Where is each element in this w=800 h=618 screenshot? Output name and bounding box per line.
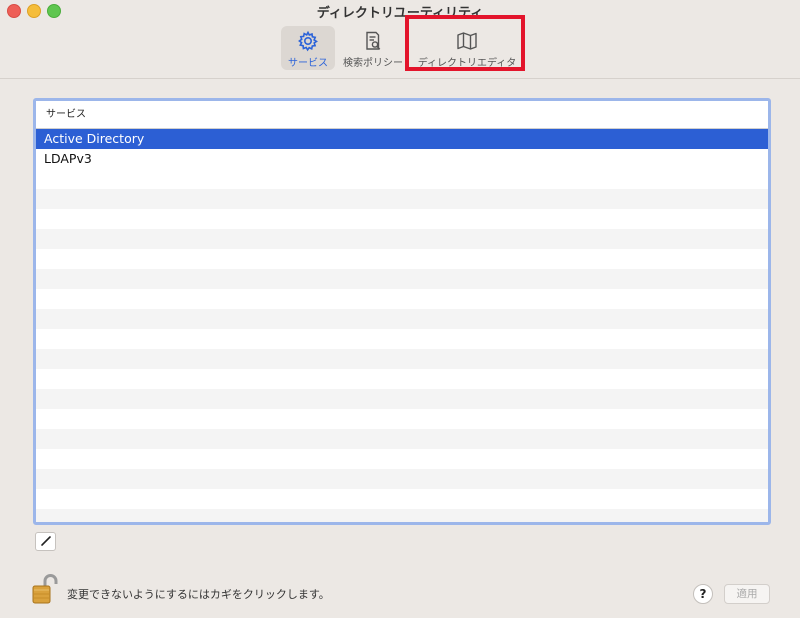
empty-row — [36, 449, 768, 469]
search-policy-icon — [362, 29, 384, 53]
unlocked-padlock-icon — [29, 574, 61, 610]
gear-icon — [297, 29, 319, 53]
empty-row — [36, 469, 768, 489]
table-header-services[interactable]: サービス — [36, 101, 768, 129]
empty-row — [36, 329, 768, 349]
table-row[interactable]: LDAPv3 — [36, 149, 768, 169]
empty-row — [36, 229, 768, 249]
empty-row — [36, 509, 768, 522]
services-table[interactable]: サービス Active Directory LDAPv3 — [33, 98, 771, 525]
empty-row — [36, 289, 768, 309]
help-button[interactable]: ? — [693, 584, 713, 604]
toolbar-services-button[interactable]: サービス — [281, 26, 335, 70]
edit-button[interactable] — [35, 532, 56, 551]
empty-row — [36, 489, 768, 509]
table-rows: Active Directory LDAPv3 — [36, 129, 768, 522]
lock-message: 変更できないようにするにはカギをクリックします。 — [67, 588, 330, 601]
lock-button[interactable] — [29, 572, 61, 606]
toolbar-search-policy-label: 検索ポリシー — [343, 58, 403, 69]
empty-row — [36, 269, 768, 289]
empty-row — [36, 169, 768, 189]
title-bar: ディレクトリユーティリティ サービス 検索ポリシー ディレクトリエディタ — [0, 0, 800, 79]
empty-row — [36, 389, 768, 409]
empty-row — [36, 409, 768, 429]
empty-row — [36, 349, 768, 369]
empty-row — [36, 309, 768, 329]
empty-row — [36, 429, 768, 449]
apply-button[interactable]: 適用 — [724, 584, 770, 604]
window-title: ディレクトリユーティリティ — [316, 6, 484, 21]
table-row[interactable]: Active Directory — [36, 129, 768, 149]
pencil-icon — [40, 532, 52, 551]
empty-row — [36, 249, 768, 269]
empty-row — [36, 369, 768, 389]
empty-row — [36, 189, 768, 209]
toolbar-services-label: サービス — [288, 58, 328, 69]
toolbar-search-policy-button[interactable]: 検索ポリシー — [341, 26, 405, 70]
empty-row — [36, 209, 768, 229]
highlight-box — [405, 15, 525, 71]
